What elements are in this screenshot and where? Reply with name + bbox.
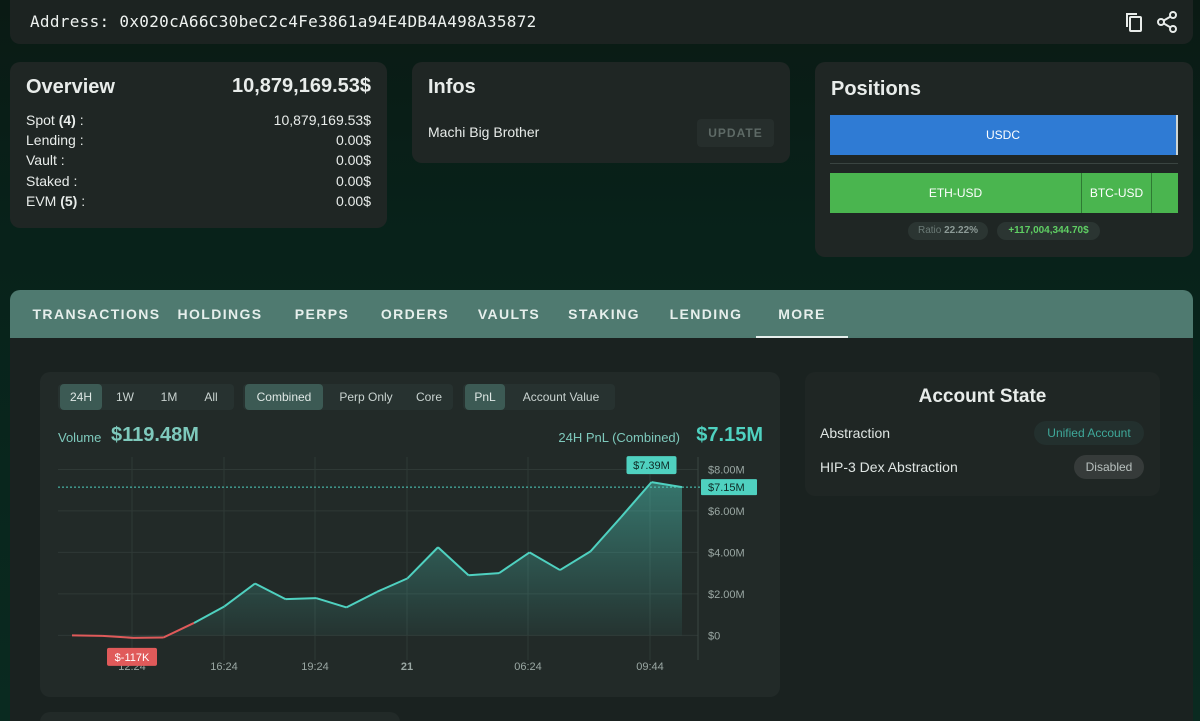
mode-core[interactable]: Core	[407, 384, 451, 410]
net-value-pill: +117,004,344.70$	[997, 222, 1100, 240]
y-tick-label: $0	[708, 630, 720, 642]
overview-title: Overview	[26, 76, 115, 98]
overview-row-vault: Vault :0.00$	[26, 152, 371, 168]
positions-card: Positions USDC ETH-USD BTC-USD Ratio 22.…	[815, 62, 1193, 257]
y-tick-label: $2.00M	[708, 589, 745, 601]
pnl-chart: $8.00M$6.00M$4.00M$2.00M$012:24 16:24 19:2…	[58, 456, 757, 673]
metric-pnl[interactable]: PnL	[465, 384, 505, 410]
tab-vaults[interactable]: VAULTS	[469, 290, 549, 338]
overview-row-evm: EVM (5) : 0.00$	[26, 193, 371, 209]
pnl-line-segment	[285, 597, 317, 601]
timeframe-1m[interactable]: 1M	[148, 384, 190, 410]
tab-transactions[interactable]: TRANSACTIONS	[20, 290, 173, 338]
x-tick-label: 09:44	[636, 661, 664, 673]
overview-row-staked: Staked :0.00$	[26, 173, 371, 189]
tab-holdings[interactable]: HOLDINGS	[173, 290, 267, 338]
position-bar-eth-usd[interactable]: ETH-USD	[830, 173, 1081, 213]
hip3-label: HIP-3 Dex Abstraction	[820, 459, 958, 475]
pnl-label: 24H PnL (Combined)	[558, 430, 680, 445]
metric-account-value[interactable]: Account Value	[509, 384, 613, 410]
abstraction-label: Abstraction	[820, 425, 891, 441]
account-name: Machi Big Brother	[428, 124, 540, 140]
overview-card: Overview 10,879,169.53$ Spot (4) : 10,87…	[10, 62, 387, 228]
abstraction-badge: Unified Account	[1034, 421, 1144, 445]
max-label: $7.39M	[633, 460, 670, 472]
address-bar: Address: 0x020cA66C30beC2c4Fe3861a94E4DB…	[10, 0, 1193, 44]
bottom-card	[40, 712, 400, 721]
position-bar-other[interactable]	[1151, 173, 1178, 213]
tab-orders[interactable]: ORDERS	[371, 290, 459, 338]
infos-card: Infos Machi Big Brother UPDATE	[412, 62, 790, 163]
pnl-area	[72, 482, 682, 638]
timeframe-1w[interactable]: 1W	[104, 384, 146, 410]
tab-lending[interactable]: LENDING	[660, 290, 752, 338]
overview-total: 10,879,169.53$	[231, 75, 371, 97]
positions-divider	[830, 163, 1178, 164]
tab-staking[interactable]: STAKING	[560, 290, 648, 338]
hip3-badge: Disabled	[1074, 455, 1144, 479]
volume-value: $119.48M	[111, 424, 199, 446]
metric-selector: PnL Account Value	[463, 384, 615, 410]
mode-perp-only[interactable]: Perp Only	[327, 384, 405, 410]
infos-title: Infos	[428, 76, 476, 98]
account-state-title: Account State	[918, 386, 1047, 407]
x-tick-label: 16:24	[210, 661, 238, 673]
address-text: Address: 0x020cA66C30beC2c4Fe3861a94E4DB…	[30, 12, 537, 31]
current-label: $7.15M	[708, 482, 745, 494]
position-bar-usdc[interactable]: USDC	[830, 115, 1178, 155]
update-button[interactable]: UPDATE	[697, 119, 774, 147]
position-bar-btc-usd[interactable]: BTC-USD	[1081, 173, 1151, 213]
x-tick-label: 21	[401, 661, 413, 673]
pnl-value: $7.15M	[696, 424, 763, 446]
tab-bar: TRANSACTIONS HOLDINGS PERPS ORDERS VAULT…	[10, 290, 1193, 338]
x-tick-label: 19:24	[301, 661, 329, 673]
tab-perps[interactable]: PERPS	[280, 290, 364, 338]
volume-label: Volume	[58, 430, 102, 445]
x-tick-label: 06:24	[514, 661, 542, 673]
timeframe-selector: 24H 1W 1M All	[58, 384, 234, 410]
y-tick-label: $8.00M	[708, 464, 745, 476]
copy-icon[interactable]	[1122, 10, 1146, 34]
y-tick-label: $6.00M	[708, 506, 745, 518]
timeframe-24h[interactable]: 24H	[60, 384, 102, 410]
timeframe-all[interactable]: All	[192, 384, 230, 410]
tab-more[interactable]: MORE	[756, 290, 848, 338]
y-tick-label: $4.00M	[708, 547, 745, 559]
positions-title: Positions	[831, 78, 922, 100]
pnl-chart-card: 24H 1W 1M All Combined Perp Only Core Pn…	[40, 372, 780, 697]
mode-combined[interactable]: Combined	[245, 384, 323, 410]
share-icon[interactable]	[1155, 10, 1179, 34]
ratio-pill: Ratio 22.22%	[908, 222, 988, 240]
min-label: $-117K	[115, 652, 150, 664]
overview-row-spot: Spot (4) : 10,879,169.53$	[26, 112, 371, 128]
overview-row-lending: Lending :0.00$	[26, 132, 371, 148]
mode-selector: Combined Perp Only Core	[243, 384, 453, 410]
account-state-card: Account State Abstraction Unified Accoun…	[805, 372, 1160, 496]
